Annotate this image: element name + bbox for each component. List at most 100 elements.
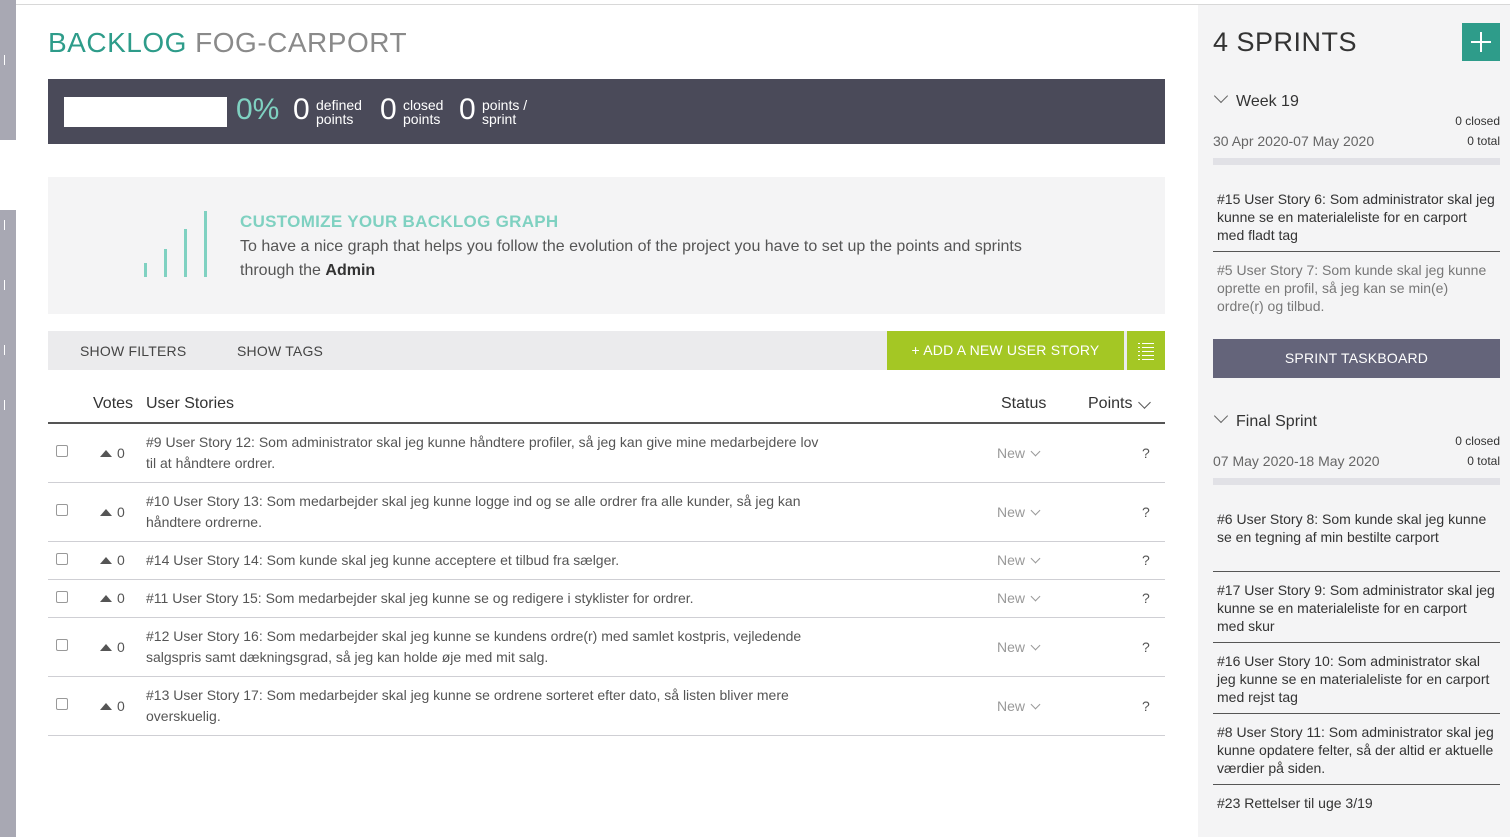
sprint-dates: 07 May 2020-18 May 2020 [1213, 453, 1380, 469]
points-value[interactable]: ? [1142, 590, 1150, 606]
add-sprint-button[interactable] [1462, 23, 1500, 61]
row-checkbox[interactable] [56, 591, 68, 603]
upvote-arrow-icon[interactable] [100, 644, 112, 651]
table-row[interactable]: 0 #11 User Story 15: Som medarbejder ska… [48, 580, 1165, 618]
defined-points-label: defined points [316, 97, 362, 127]
row-checkbox[interactable] [56, 639, 68, 651]
divider [1213, 784, 1500, 785]
upvote-button[interactable]: 0 [100, 698, 125, 714]
points-header[interactable]: Points [1088, 395, 1132, 413]
divider [1213, 251, 1500, 252]
graph-box-text: To have a nice graph that helps you foll… [240, 238, 1022, 279]
sprint-story-item[interactable]: #16 User Story 10: Som administrator ska… [1213, 652, 1500, 706]
upvote-button[interactable]: 0 [100, 445, 125, 461]
upvote-button[interactable]: 0 [100, 590, 125, 606]
chevron-down-icon [1030, 640, 1041, 651]
points-value[interactable]: ? [1142, 552, 1150, 568]
upvote-button[interactable]: 0 [100, 639, 125, 655]
chevron-down-icon [1030, 699, 1041, 710]
chevron-down-icon [1030, 446, 1041, 457]
upvote-arrow-icon[interactable] [100, 450, 112, 457]
story-title[interactable]: #12 User Story 16: Som medarbejder skal … [146, 626, 826, 668]
story-title[interactable]: #9 User Story 12: Som administrator skal… [146, 432, 826, 474]
divider [1213, 642, 1500, 643]
row-checkbox[interactable] [56, 553, 68, 565]
sprint-story-item[interactable]: #15 User Story 6: Som administrator skal… [1213, 190, 1500, 244]
sprint-closed-count: 0 closed [1455, 114, 1500, 128]
status-dropdown[interactable]: New [997, 639, 1041, 655]
stories-header: User Stories [146, 395, 235, 412]
sprints-title: 4 SPRINTS [1213, 27, 1358, 57]
admin-link[interactable]: Admin [325, 262, 375, 279]
table-row[interactable]: 0 #14 User Story 14: Som kunde skal jeg … [48, 542, 1165, 580]
sprint-taskboard-button[interactable]: SPRINT TASKBOARD [1213, 339, 1500, 378]
divider [1213, 571, 1500, 572]
customize-graph-box: CUSTOMIZE YOUR BACKLOG GRAPH To have a n… [48, 177, 1165, 314]
chevron-down-icon [1030, 553, 1041, 564]
table-row[interactable]: 0 #12 User Story 16: Som medarbejder ska… [48, 618, 1165, 677]
sprint-story-item[interactable]: #23 Rettelser til uge 3/19 [1213, 794, 1500, 812]
nav-item-backlog[interactable] [0, 140, 16, 210]
nav-team-icon[interactable] [0, 400, 5, 410]
sprints-sidebar: 4 SPRINTS Week 19 0 closed 30 Apr 2020-0… [1198, 5, 1510, 837]
row-checkbox[interactable] [56, 445, 68, 457]
progress-bar [64, 97, 227, 127]
table-row[interactable]: 0 #13 User Story 17: Som medarbejder ska… [48, 677, 1165, 736]
upvote-arrow-icon[interactable] [100, 509, 112, 516]
progress-percent: 0% [236, 93, 280, 126]
sprint-toggle-final-sprint[interactable]: Final Sprint [1213, 408, 1317, 431]
points-per-sprint-label: points / sprint [482, 97, 528, 127]
sprint-closed-count: 0 closed [1455, 434, 1500, 448]
sprint-dates: 30 Apr 2020-07 May 2020 [1213, 133, 1375, 149]
nav-kanban-icon[interactable] [0, 220, 5, 230]
sprint-story-item[interactable]: #6 User Story 8: Som kunde skal jeg kunn… [1213, 510, 1500, 546]
chevron-down-icon [1213, 408, 1229, 424]
sprint-story-item[interactable]: #8 User Story 11: Som administrator skal… [1213, 723, 1500, 777]
show-tags-button[interactable]: SHOW TAGS [237, 343, 323, 359]
sprint-story-item[interactable]: #17 User Story 9: Som administrator skal… [1213, 581, 1500, 635]
upvote-arrow-icon[interactable] [100, 703, 112, 710]
sprint-toggle-week-19[interactable]: Week 19 [1213, 88, 1299, 111]
upvote-arrow-icon[interactable] [100, 557, 112, 564]
status-dropdown[interactable]: New [997, 552, 1041, 568]
graph-bars-icon [144, 211, 214, 277]
sprint-story-item[interactable]: #5 User Story 7: Som kunde skal jeg kunn… [1213, 261, 1500, 315]
story-title[interactable]: #10 User Story 13: Som medarbejder skal … [146, 491, 826, 533]
upvote-button[interactable]: 0 [100, 504, 125, 520]
status-dropdown[interactable]: New [997, 698, 1041, 714]
table-row[interactable]: 0 #10 User Story 13: Som medarbejder ska… [48, 483, 1165, 542]
sprint-total-count: 0 total [1467, 454, 1500, 468]
graph-box-title: CUSTOMIZE YOUR BACKLOG GRAPH [240, 212, 559, 231]
sprint-progress-bar [1213, 158, 1500, 165]
nav-wiki-icon[interactable] [0, 345, 5, 355]
sprint-total-count: 0 total [1467, 134, 1500, 148]
chevron-down-icon [1030, 591, 1041, 602]
row-checkbox[interactable] [56, 698, 68, 710]
row-checkbox[interactable] [56, 504, 68, 516]
points-value[interactable]: ? [1142, 639, 1150, 655]
points-chevron-down-icon[interactable] [1138, 396, 1151, 409]
show-filters-button[interactable]: SHOW FILTERS [80, 343, 186, 359]
points-value[interactable]: ? [1142, 445, 1150, 461]
closed-points-label: closed points [403, 97, 444, 127]
upvote-arrow-icon[interactable] [100, 595, 112, 602]
table-row[interactable]: 0 #9 User Story 12: Som administrator sk… [48, 424, 1165, 483]
points-value[interactable]: ? [1142, 504, 1150, 520]
story-title[interactable]: #11 User Story 15: Som medarbejder skal … [146, 588, 826, 609]
points-per-sprint-value: 0 [459, 93, 476, 126]
add-user-story-button[interactable]: + ADD A NEW USER STORY [887, 331, 1124, 370]
upvote-button[interactable]: 0 [100, 552, 125, 568]
chevron-down-icon [1030, 505, 1041, 516]
points-value[interactable]: ? [1142, 698, 1150, 714]
status-dropdown[interactable]: New [997, 445, 1041, 461]
chevron-down-icon [1213, 88, 1229, 104]
backlog-toolbar: SHOW FILTERS SHOW TAGS + ADD A NEW USER … [48, 331, 1165, 370]
table-header: Votes User Stories Status Points [48, 390, 1165, 424]
nav-search-icon[interactable] [0, 55, 5, 65]
story-title[interactable]: #13 User Story 17: Som medarbejder skal … [146, 685, 826, 727]
nav-issues-icon[interactable] [0, 280, 5, 290]
status-dropdown[interactable]: New [997, 504, 1041, 520]
bulk-insert-button[interactable] [1127, 331, 1165, 370]
status-dropdown[interactable]: New [997, 590, 1041, 606]
story-title[interactable]: #14 User Story 14: Som kunde skal jeg ku… [146, 550, 826, 571]
